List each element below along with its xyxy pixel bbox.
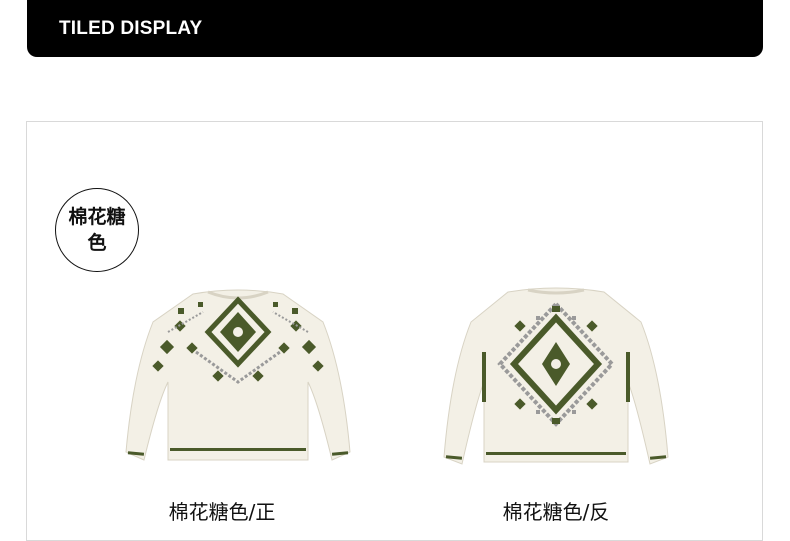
product-caption-back: 棉花糖色/反: [502, 500, 610, 524]
header-bar: TILED DISPLAY: [27, 0, 763, 57]
header-title: TILED DISPLAY: [59, 18, 203, 39]
product-image-front[interactable]: [118, 282, 358, 472]
sweater-front-image: [125, 289, 351, 461]
sweater-back-image: [443, 287, 669, 465]
product-caption-front: 棉花糖色/正: [168, 500, 276, 524]
product-image-back[interactable]: [436, 282, 676, 472]
color-badge: 棉花糖色: [55, 188, 139, 272]
